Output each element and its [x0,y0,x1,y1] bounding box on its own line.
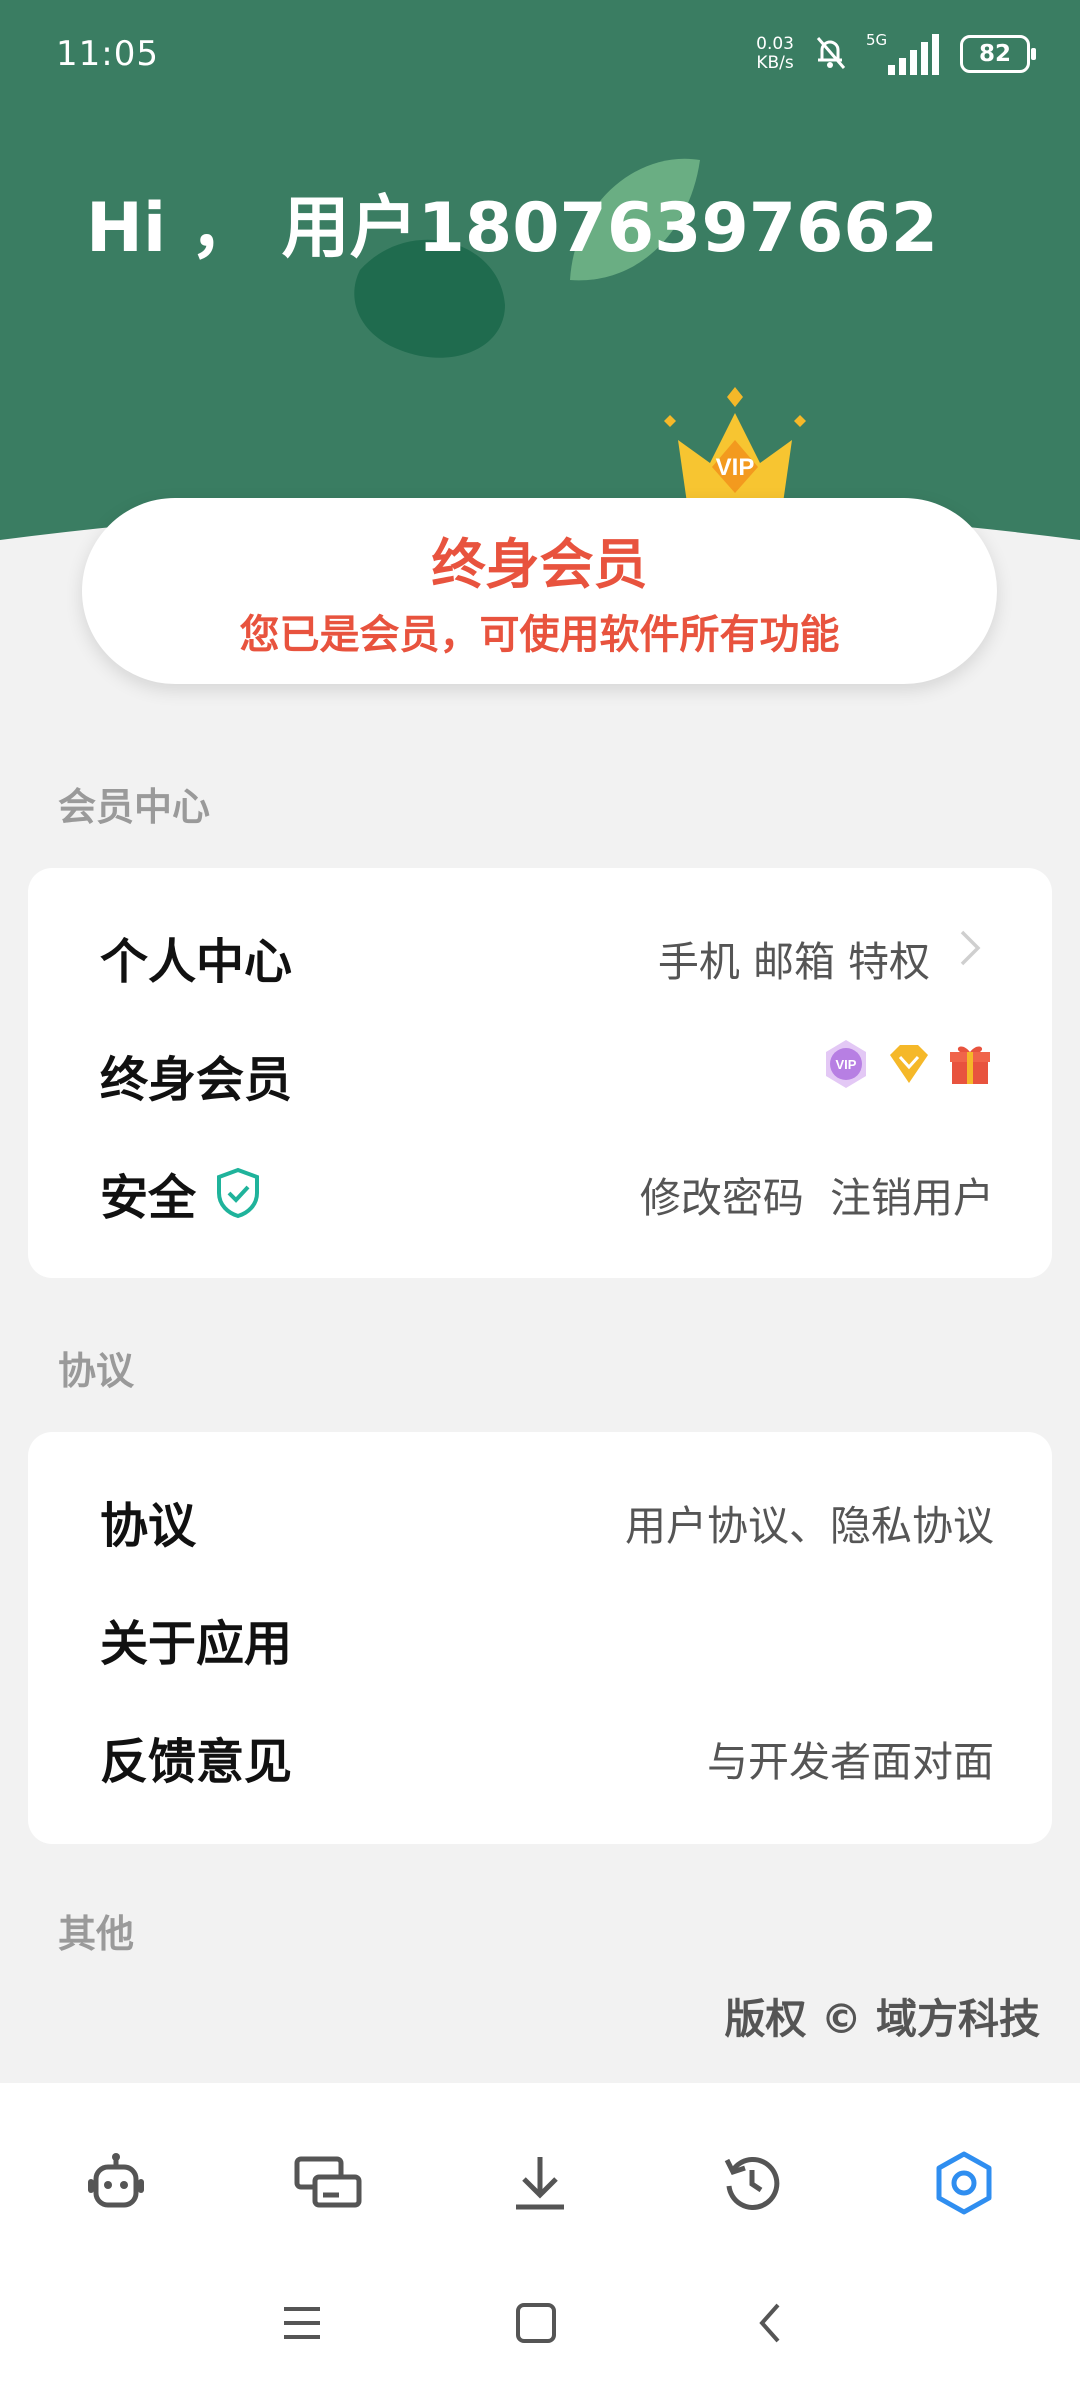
network-speed-value: 0.03 [756,34,794,54]
row-title-text: 安全 [100,1170,197,1226]
copyright-text: 版权 © 域方科技 [724,1995,1040,2043]
system-home-button[interactable] [496,2283,576,2363]
network-type: 5G [866,31,888,49]
robot-icon [88,2153,144,2208]
member-center-card: 个人中心 手机 邮箱 特权 终身会员 VIP 安全 修改密码 注销用户 [28,868,1052,1278]
row-title: 关于应用 [100,1616,293,1672]
section-label-agreement: 协议 [58,1349,135,1393]
mute-bell-icon [810,32,850,76]
row-personal-center[interactable]: 个人中心 手机 邮箱 特权 [28,890,1052,1008]
row-security[interactable]: 安全 修改密码 注销用户 [28,1126,1052,1244]
battery-indicator: 82 [960,35,1036,73]
history-icon [724,2156,780,2210]
membership-card[interactable]: 终身会员 您已是会员，可使用软件所有功能 [82,498,997,684]
gift-icon [950,1046,990,1084]
settings-screen: 11:05 0.03 KB/s 5G 82 Hi ， 用户18076397662… [0,0,1080,2400]
diamond-icon [890,1045,928,1083]
row-detail: 与开发者面对面 [707,1738,994,1786]
user-greeting: Hi ， 用户18076397662 [86,189,939,268]
row-agreement[interactable]: 协议 用户协议、隐私协议 [28,1454,1052,1572]
system-back-button[interactable] [730,2283,810,2363]
status-icons: 0.03 KB/s 5G 82 [756,26,1036,82]
membership-title: 终身会员 [431,533,648,596]
nav-devices[interactable] [288,2143,368,2223]
section-label-other: 其他 [58,1912,135,1956]
status-bar: 11:05 0.03 KB/s 5G 82 [0,0,1080,110]
nav-download[interactable] [500,2143,580,2223]
bottom-navigation [0,2083,1080,2400]
nav-history[interactable] [712,2143,792,2223]
agreement-card: 协议 用户协议、隐私协议 关于应用 反馈意见 与开发者面对面 [28,1432,1052,1844]
row-detail: 修改密码 注销用户 [639,1174,994,1222]
system-menu-button[interactable] [262,2283,342,2363]
battery-level: 82 [978,41,1011,67]
row-title: 协议 [100,1498,197,1554]
row-title: 终身会员 [100,1052,293,1108]
vip-badge-icon: VIP [826,1040,866,1088]
settings-icon [936,2151,992,2215]
back-icon [759,2303,780,2343]
nav-settings[interactable] [924,2143,1004,2223]
vip-crown-icon: VIP [664,387,806,510]
section-label-member-center: 会员中心 [58,785,211,829]
row-feedback[interactable]: 反馈意见 与开发者面对面 [28,1690,1052,1808]
network-speed-unit: KB/s [756,53,794,73]
row-title: 个人中心 [100,934,293,990]
row-detail: 用户协议、隐私协议 [625,1502,994,1550]
membership-subtitle: 您已是会员，可使用软件所有功能 [239,612,840,658]
row-lifetime-member[interactable]: 终身会员 VIP [28,1008,1052,1126]
chevron-right-icon [960,930,981,966]
nav-robot[interactable] [76,2143,156,2223]
download-icon [516,2157,564,2210]
signal-icon: 5G [866,31,944,77]
row-about-app[interactable]: 关于应用 [28,1572,1052,1690]
shield-check-icon [217,1167,260,1219]
row-title: 反馈意见 [100,1734,293,1790]
member-badges: VIP [820,1038,994,1090]
home-icon [516,2303,556,2343]
crown-vip-text: VIP [716,454,755,481]
row-detail: 手机 邮箱 特权 [657,938,930,986]
menu-icon [284,2307,320,2339]
row-title: 安全 [100,1158,262,1228]
status-time: 11:05 [56,34,159,74]
devices-icon [294,2156,362,2208]
network-speed: 0.03 KB/s [756,35,794,73]
vip-badge-text: VIP [836,1057,857,1072]
